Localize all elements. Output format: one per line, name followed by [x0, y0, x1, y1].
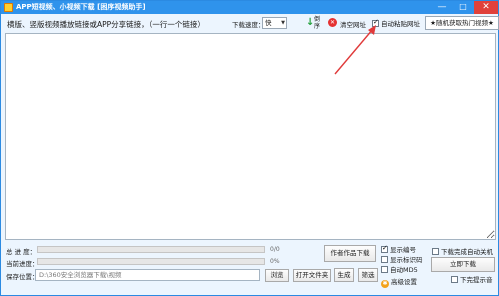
download-now-button[interactable]: 立即下载 — [431, 257, 495, 272]
speed-label: 下载速度： — [232, 21, 265, 29]
checkbox-icon — [381, 266, 388, 273]
window-title: APP短视频、小视频下载 [困序视频助手] — [16, 3, 146, 11]
minimize-button[interactable]: — — [432, 1, 452, 14]
total-progress-label: 总 进 度： — [6, 248, 37, 256]
total-progress-bar — [37, 246, 265, 253]
toolbar: 横版、竖版视频播放链接或APP分享链接，（一行一个链接） 下载速度： 快 ▼ ↓… — [3, 15, 499, 32]
auto-paste-label: 自动粘贴网址 — [381, 20, 420, 28]
auto-md5-checkbox[interactable]: 自动MD5 — [381, 264, 418, 274]
current-progress-label: 当前进度： — [6, 260, 39, 268]
speed-select[interactable]: 快 ▼ — [262, 17, 287, 29]
reverse-order-button[interactable]: ↓ 倒序 — [306, 16, 324, 31]
show-id-code-label: 显示标识码 — [390, 256, 423, 264]
annotation-arrow — [334, 25, 376, 75]
auto-md5-label: 自动MD5 — [390, 266, 418, 274]
reverse-order-label: 倒序 — [314, 16, 321, 30]
maximize-button[interactable]: □ — [453, 1, 473, 14]
total-progress-text: 0/0 — [270, 246, 280, 253]
checkbox-icon — [381, 244, 388, 253]
checkbox-icon — [451, 276, 458, 283]
current-progress-bar — [37, 258, 265, 265]
links-textarea[interactable] — [5, 33, 496, 240]
advanced-settings-button[interactable]: ✱ 高级设置 — [381, 276, 417, 288]
current-progress-text: 0% — [270, 258, 280, 265]
select-button[interactable]: 筛选 — [358, 268, 378, 282]
browse-button[interactable]: 浏览 — [265, 269, 289, 282]
completion-sound-label: 下完提示音 — [460, 276, 493, 284]
save-location-label: 保存位置： — [6, 273, 39, 281]
links-hint-label: 横版、竖版视频播放链接或APP分享链接，（一行一个链接） — [7, 20, 205, 29]
completion-sound-checkbox[interactable]: 下完提示音 — [451, 274, 493, 284]
auto-shutdown-checkbox[interactable]: 下载完成自动关机 — [432, 246, 493, 256]
save-path-input[interactable]: D:\360安全浏览器下载\视频 — [35, 269, 260, 281]
auto-shutdown-label: 下载完成自动关机 — [441, 248, 493, 256]
show-number-label: 显示编号 — [390, 246, 416, 254]
generate-button[interactable]: 生成 — [334, 268, 354, 282]
app-window: APP短视频、小视频下载 [困序视频助手] — □ ✕ 横版、竖版视频播放链接或… — [0, 0, 499, 296]
checkbox-icon — [381, 256, 388, 263]
open-folder-button[interactable]: 打开文件夹 — [293, 269, 331, 282]
advanced-settings-label: 高级设置 — [391, 278, 417, 286]
random-hot-videos-button[interactable]: ★随机获取热门视频★ — [425, 16, 499, 30]
speed-value: 快 — [265, 19, 272, 27]
show-number-checkbox[interactable]: 显示编号 — [381, 244, 416, 254]
chevron-down-icon: ▼ — [281, 20, 285, 26]
gear-icon: ✱ — [381, 280, 389, 288]
close-button[interactable]: ✕ — [474, 1, 498, 14]
author-works-download-button[interactable]: 作者作品下载 — [324, 245, 376, 262]
app-icon — [4, 3, 13, 12]
checkbox-icon — [432, 248, 439, 255]
title-bar: APP短视频、小视频下载 [困序视频助手] — □ ✕ — [1, 1, 498, 14]
show-id-code-checkbox[interactable]: 显示标识码 — [381, 254, 423, 264]
